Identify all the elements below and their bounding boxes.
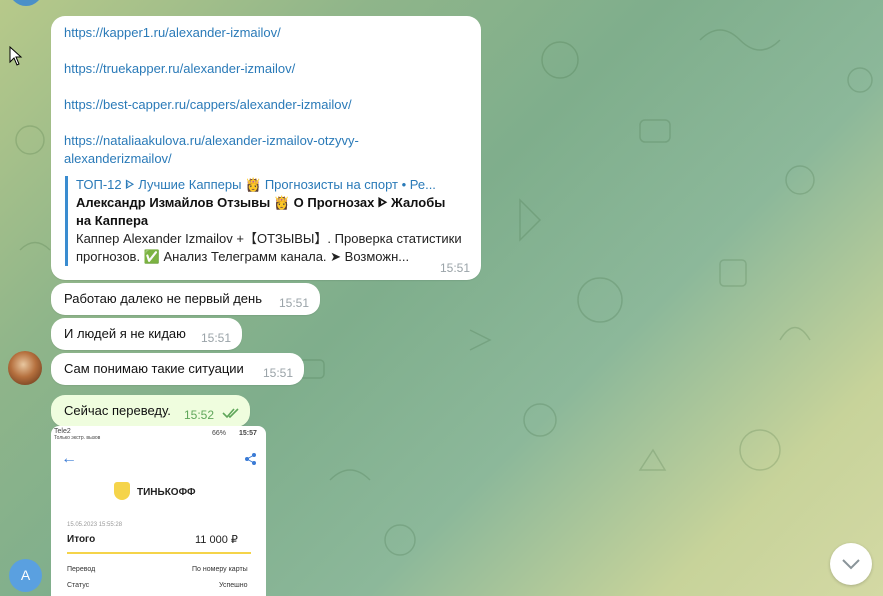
link-message-bubble[interactable]: https://kapper1.ru/alexander-izmailov/ h…	[51, 16, 481, 280]
message-time: 15:52	[184, 408, 215, 422]
message-bubble[interactable]: И людей я не кидаю 15:51	[51, 318, 242, 350]
message-text: Сейчас переведу.	[64, 403, 171, 418]
message-bubble[interactable]: Работаю далеко не первый день 15:51	[51, 283, 320, 315]
phone-status-bar: Tele2 Только экстр. вызов 66% 15:57	[51, 426, 266, 444]
row-value: По номеру карты	[192, 566, 248, 573]
link-truekapper[interactable]: https://truekapper.ru/alexander-izmailov…	[64, 60, 469, 78]
message-text: Сам понимаю такие ситуации	[64, 361, 244, 376]
phone-clock: 15:57	[239, 430, 257, 437]
outgoing-message-bubble[interactable]: Сейчас переведу. 15:52	[51, 395, 250, 427]
link-nataliaakulova[interactable]: https://nataliaakulova.ru/alexander-izma…	[64, 132, 469, 150]
message-bubble[interactable]: Сам понимаю такие ситуации 15:51	[51, 353, 304, 385]
link-best-capper[interactable]: https://best-capper.ru/cappers/alexander…	[64, 96, 469, 114]
user-avatar-letter: A	[20, 567, 31, 583]
chevron-down-icon	[842, 559, 860, 570]
mouse-cursor-icon	[9, 46, 23, 66]
user-avatar[interactable]: A	[9, 559, 42, 592]
back-arrow-icon: ←	[61, 450, 77, 467]
scroll-to-bottom-button[interactable]	[830, 543, 872, 585]
bank-brand: ТИНЬКОФФ	[137, 487, 196, 498]
total-value: 11 000 ₽	[195, 534, 238, 546]
carrier-label: Tele2	[54, 428, 71, 435]
total-label: Итого	[67, 534, 96, 545]
preview-desc-line1: Каппер Alexander Izmailov +【ОТЗЫВЫ】. Про…	[76, 231, 462, 246]
message-time: 15:51	[439, 261, 470, 275]
contact-avatar-partial[interactable]	[9, 0, 43, 6]
row-value: Успешно	[219, 582, 248, 589]
link-kapper1[interactable]: https://kapper1.ru/alexander-izmailov/	[64, 24, 469, 42]
preview-title-line1: Александр Измайлов Отзывы 👸 О Прогнозах …	[76, 195, 446, 210]
divider-line	[67, 552, 251, 554]
preview-title-line2: на Каппера	[76, 213, 149, 228]
double-check-icon	[222, 408, 239, 419]
row-label: Статус	[67, 582, 90, 589]
link-nataliaakulova-cont[interactable]: alexanderizmailov/	[64, 150, 469, 168]
message-time: 15:51	[279, 296, 310, 310]
message-text: И людей я не кидаю	[64, 326, 186, 341]
contact-avatar[interactable]	[8, 351, 42, 385]
share-icon	[245, 453, 256, 465]
message-text: Работаю далеко не первый день	[64, 291, 262, 306]
transfer-date: 15.05.2023 15:55:28	[67, 522, 123, 528]
message-time: 15:51	[263, 366, 294, 380]
message-time: 15:51	[201, 331, 232, 345]
carrier-sub-label: Только экстр. вызов	[54, 435, 101, 441]
preview-desc-line2: прогнозов. ✅ Анализ Телеграмм канала. ➤ …	[76, 249, 410, 264]
receipt-screenshot-image[interactable]: Tele2 Только экстр. вызов 66% 15:57 ← ТИ…	[51, 426, 266, 596]
preview-site-name: ТОП-12 ᐈ Лучшие Капперы 👸 Прогнозисты на…	[76, 177, 436, 192]
row-label: Перевод	[67, 566, 96, 573]
battery-level: 66%	[212, 430, 227, 437]
link-preview[interactable]: ТОП-12 ᐈ Лучшие Капперы 👸 Прогнозисты на…	[65, 176, 466, 266]
tinkoff-logo-icon	[114, 482, 130, 500]
